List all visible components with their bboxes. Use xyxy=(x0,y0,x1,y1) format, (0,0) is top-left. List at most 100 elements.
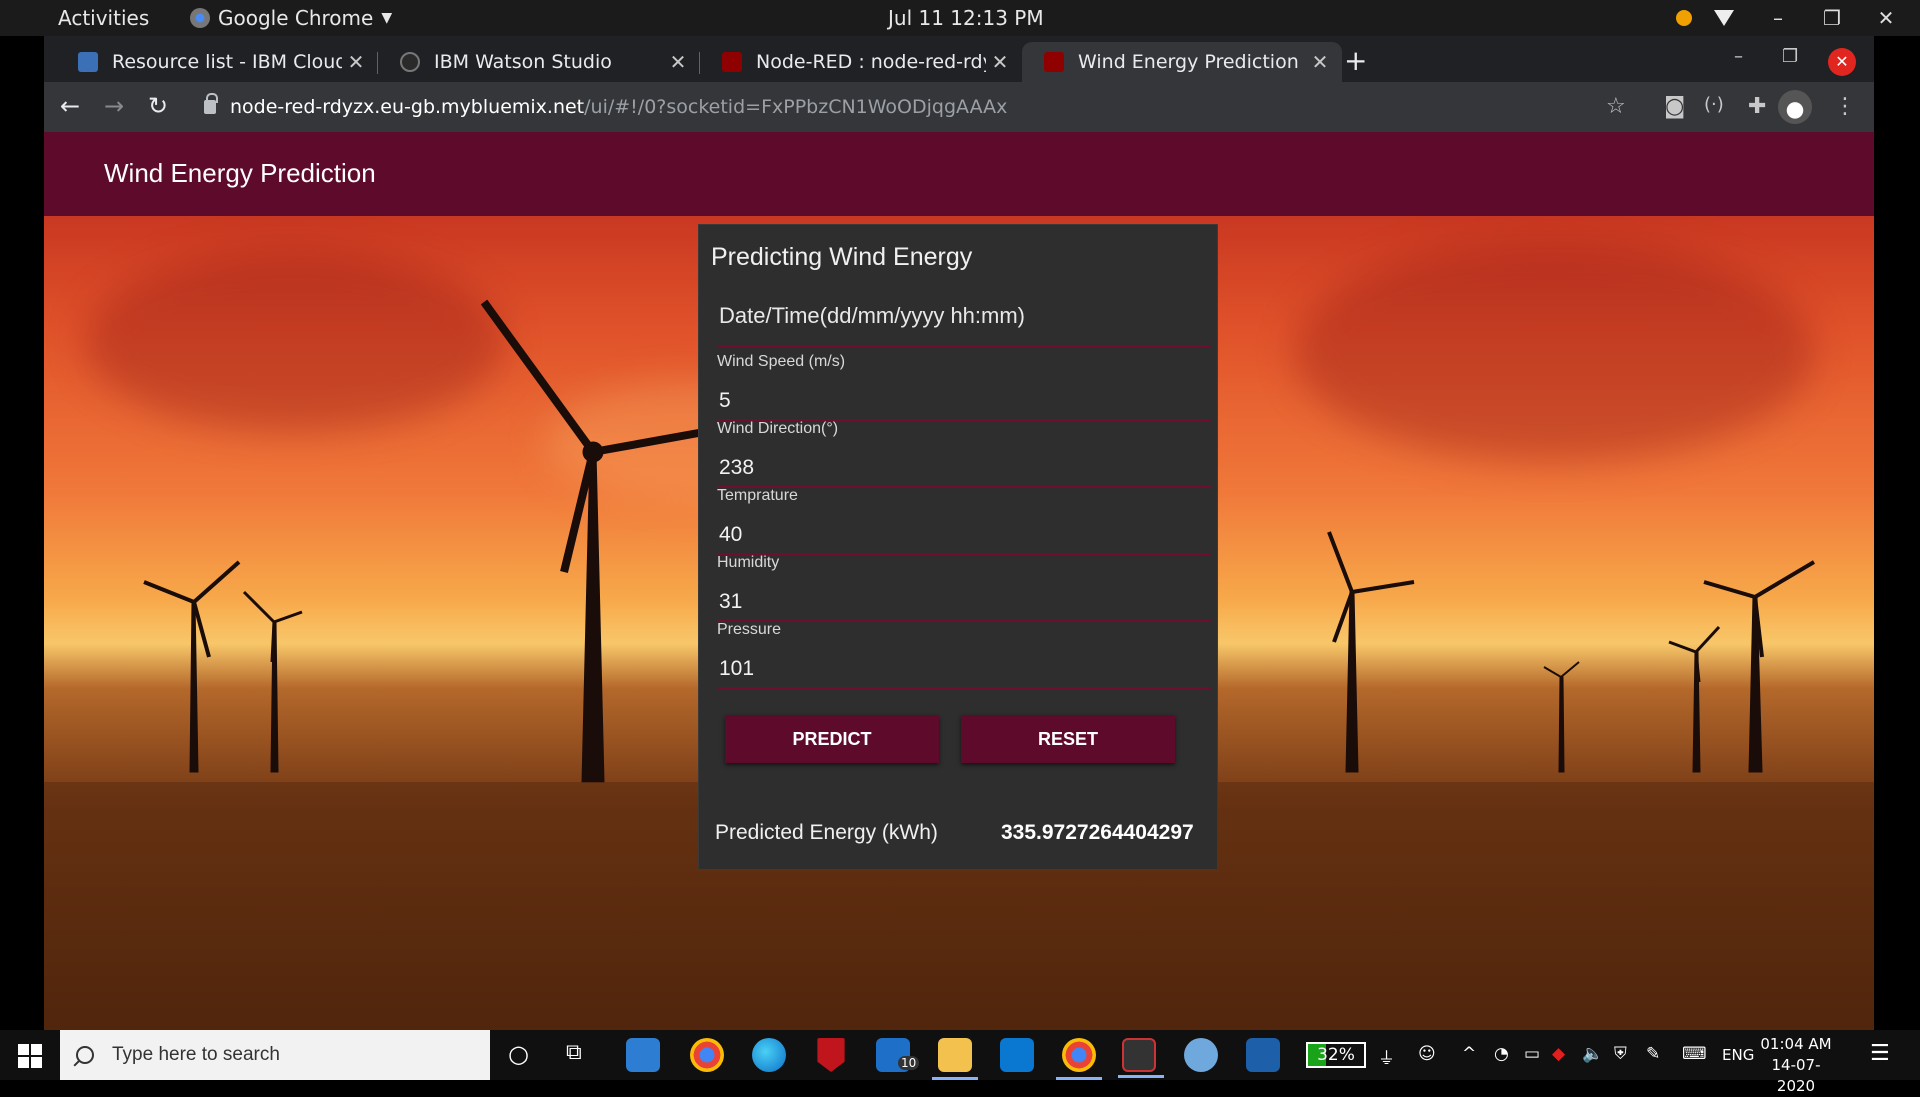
window-minimize-icon[interactable]: – xyxy=(1734,46,1743,67)
reload-icon[interactable]: ↻ xyxy=(148,92,168,120)
task-view-icon[interactable]: ⧉ xyxy=(566,1040,582,1065)
input-underline xyxy=(717,345,1211,347)
people-icon[interactable]: ☺ xyxy=(1418,1044,1436,1064)
photos-icon[interactable] xyxy=(1246,1038,1280,1072)
system-clock[interactable]: 01:04 AM 14-07-2020 xyxy=(1756,1034,1836,1097)
restore-icon[interactable]: ❐ xyxy=(1812,6,1852,30)
url-host: node-red-rdyzx.eu-gb.mybluemix.net xyxy=(230,96,585,118)
chevron-up-icon[interactable]: ^ xyxy=(1462,1044,1476,1064)
keyboard-icon[interactable]: ⌨ xyxy=(1682,1044,1707,1064)
field-label: Temprature xyxy=(717,487,798,504)
chrome-taskbar-icon[interactable] xyxy=(690,1038,724,1072)
page-header: Wind Energy Prediction xyxy=(44,132,1874,216)
gnome-tray: – ❐ ✕ xyxy=(1676,0,1920,36)
wind-speed-input[interactable]: 5 xyxy=(719,389,731,413)
reset-button[interactable]: RESET xyxy=(961,715,1175,763)
tab-wind-energy[interactable]: Wind Energy Prediction ✕ xyxy=(1022,42,1342,82)
window-close-icon[interactable]: ✕ xyxy=(1828,48,1856,76)
battery-indicator[interactable]: 32% xyxy=(1306,1042,1366,1068)
node-red-favicon-icon xyxy=(722,52,742,72)
chrome-icon xyxy=(190,8,210,28)
result-value: 335.9727264404297 xyxy=(1001,821,1194,844)
search-placeholder: Type here to search xyxy=(112,1044,280,1065)
new-tab-button[interactable]: + xyxy=(1344,44,1367,77)
gnome-top-bar: Activities Google Chrome ▼ Jul 11 12:13 … xyxy=(0,0,1920,36)
chrome-running-icon[interactable] xyxy=(1056,1038,1102,1080)
tab-watson-studio[interactable]: IBM Watson Studio ✕ xyxy=(378,42,700,82)
volume-icon[interactable]: 🔈 xyxy=(1582,1044,1603,1064)
close-icon[interactable]: ✕ xyxy=(1866,6,1906,30)
notification-dot-icon[interactable] xyxy=(1676,10,1692,26)
watson-favicon-icon xyxy=(400,52,420,72)
windows-start-icon[interactable] xyxy=(18,1044,42,1068)
menu-kebab-icon[interactable]: ⋮ xyxy=(1834,94,1856,119)
predict-button[interactable]: PREDICT xyxy=(725,715,939,763)
tab-node-red[interactable]: Node-RED : node-red-rdyz ✕ xyxy=(700,42,1022,82)
tab-close-icon[interactable]: ✕ xyxy=(664,50,692,74)
language-indicator[interactable]: ENG xyxy=(1722,1046,1754,1064)
datetime-input[interactable]: Date/Time(dd/mm/yyyy hh:mm) xyxy=(719,303,1025,329)
address-bar[interactable]: node-red-rdyzx.eu-gb.mybluemix.net/ui/#!… xyxy=(190,88,1600,126)
activities-button[interactable]: Activities xyxy=(58,6,149,30)
wind-direction-input[interactable]: 238 xyxy=(719,456,754,480)
result-label: Predicted Energy (kWh) xyxy=(715,821,938,844)
lock-icon[interactable] xyxy=(204,93,218,114)
gnome-clock[interactable]: Jul 11 12:13 PM xyxy=(888,6,1044,30)
back-arrow-icon[interactable]: ← xyxy=(60,92,80,120)
tab-title: Resource list - IBM Cloud xyxy=(112,51,342,73)
plug-icon: ⏚ xyxy=(1378,1049,1395,1069)
caret-down-icon: ▼ xyxy=(381,10,393,26)
paint-icon[interactable] xyxy=(1184,1038,1218,1072)
humidity-input[interactable]: 31 xyxy=(719,590,742,614)
file-explorer-icon[interactable] xyxy=(932,1038,978,1080)
store-icon[interactable] xyxy=(626,1038,660,1072)
search-icon xyxy=(76,1046,94,1064)
page-title: Wind Energy Prediction xyxy=(104,158,376,188)
cortana-icon[interactable]: ○ xyxy=(508,1040,529,1068)
action-center-icon[interactable]: ☰ xyxy=(1870,1041,1890,1066)
app-menu-label: Google Chrome xyxy=(218,6,374,30)
input-underline xyxy=(717,620,1211,622)
tab-close-icon[interactable]: ✕ xyxy=(342,50,370,74)
tab-title: IBM Watson Studio xyxy=(434,51,612,73)
browser-toolbar: ← → ↻ node-red-rdyzx.eu-gb.mybluemix.net… xyxy=(44,82,1874,132)
wifi-icon[interactable] xyxy=(1714,10,1734,26)
system-time: 01:04 AM xyxy=(1760,1035,1832,1053)
web-page: Wind Energy Prediction Predicting Wind E… xyxy=(44,132,1874,1030)
bookmark-star-icon[interactable]: ☆ xyxy=(1606,94,1626,119)
minimize-icon[interactable]: – xyxy=(1758,6,1798,30)
tab-close-icon[interactable]: ✕ xyxy=(1306,50,1334,74)
temperature-input[interactable]: 40 xyxy=(719,523,742,547)
url-path: /ui/#!/0?socketid=FxPPbzCN1WoODjqgAAAx xyxy=(584,96,1008,118)
mcafee-icon[interactable] xyxy=(817,1038,845,1072)
app-menu[interactable]: Google Chrome ▼ xyxy=(190,6,392,30)
network-icon[interactable]: ◔ xyxy=(1494,1044,1509,1064)
tab-strip: Resource list - IBM Cloud ✕ IBM Watson S… xyxy=(44,36,1874,82)
forward-arrow-icon[interactable]: → xyxy=(104,92,124,120)
card-title: Predicting Wind Energy xyxy=(711,243,973,271)
ibm-cloud-favicon-icon xyxy=(78,52,98,72)
window-maximize-icon[interactable]: ❐ xyxy=(1782,46,1798,67)
extensions-puzzle-icon[interactable]: ✚ xyxy=(1748,94,1766,119)
tab-resource-list[interactable]: Resource list - IBM Cloud ✕ xyxy=(56,42,378,82)
tab-title: Wind Energy Prediction xyxy=(1078,51,1299,73)
cast-icon[interactable]: (·) xyxy=(1704,94,1724,115)
taskbar-search-input[interactable]: Type here to search xyxy=(60,1030,490,1080)
tab-title: Node-RED : node-red-rdyz xyxy=(756,51,986,73)
security-shield-icon[interactable]: ⛨ xyxy=(1614,1044,1627,1064)
tab-close-icon[interactable]: ✕ xyxy=(986,50,1014,74)
media-player-icon[interactable] xyxy=(1118,1038,1164,1078)
pressure-input[interactable]: 101 xyxy=(719,657,754,681)
input-underline xyxy=(717,553,1211,555)
profile-avatar[interactable] xyxy=(1778,90,1812,124)
chrome-window: Resource list - IBM Cloud ✕ IBM Watson S… xyxy=(44,36,1874,1030)
field-label: Humidity xyxy=(717,554,780,571)
camera-icon[interactable]: ◙ xyxy=(1664,94,1685,119)
l-app-icon[interactable] xyxy=(1000,1038,1034,1072)
edge-icon[interactable] xyxy=(752,1038,786,1072)
field-label: Wind Speed (m/s) xyxy=(717,353,846,370)
mcafee-tray-icon[interactable]: ◆ xyxy=(1552,1044,1565,1064)
pen-icon[interactable]: ✎ xyxy=(1646,1044,1660,1064)
battery-small-icon[interactable]: ▭ xyxy=(1524,1044,1540,1064)
mail-badge: 10 xyxy=(898,1056,920,1070)
